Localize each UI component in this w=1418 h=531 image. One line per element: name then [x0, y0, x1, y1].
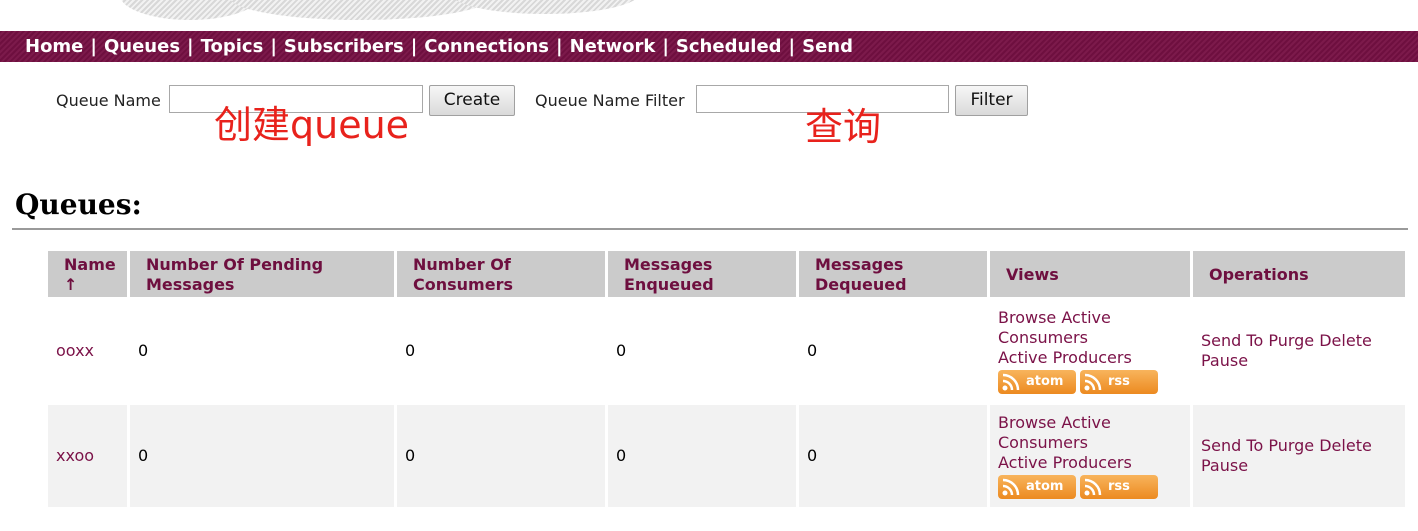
- views-cell: Browse Active Consumers Active Producers…: [990, 300, 1190, 402]
- nav-separator: |: [270, 36, 277, 57]
- rss-icon: [1084, 478, 1102, 496]
- nav-bar: Home | Queues | Topics | Subscribers | Connectio…: [0, 31, 1418, 62]
- nav-separator: |: [556, 36, 563, 57]
- table-header-row: Name ↑ Number Of Pending Messages Number…: [48, 251, 1405, 297]
- filter-annotation: 查询: [805, 105, 882, 149]
- filter-button[interactable]: Filter: [955, 85, 1028, 116]
- dequeued-count: 0: [799, 300, 987, 402]
- rss-label: rss: [1108, 374, 1130, 389]
- atom-feed-button[interactable]: atom: [998, 475, 1076, 499]
- nav-send[interactable]: Send: [802, 36, 853, 57]
- delete-link[interactable]: Delete: [1319, 331, 1372, 350]
- rss-feed-button[interactable]: rss: [1080, 370, 1158, 394]
- header-name[interactable]: Name ↑: [48, 251, 127, 297]
- rss-icon: [1002, 373, 1020, 391]
- queue-name-label: Queue Name: [56, 91, 161, 110]
- nav-home[interactable]: Home: [25, 36, 83, 57]
- consumer-count: 0: [397, 300, 605, 402]
- views-cell: Browse Active Consumers Active Producers…: [990, 405, 1190, 507]
- queues-table: Name ↑ Number Of Pending Messages Number…: [45, 248, 1408, 510]
- rss-label: rss: [1108, 479, 1130, 494]
- create-annotation: 创建queue: [214, 103, 410, 147]
- header-dequeued: Messages Dequeued: [799, 251, 987, 297]
- header-consumers[interactable]: Number Of Consumers: [397, 251, 605, 297]
- table-row: ooxx 0 0 0 0 Browse Active Consumers Act…: [48, 300, 1405, 402]
- nav-separator: |: [410, 36, 418, 57]
- enqueued-count: 0: [608, 405, 796, 507]
- operations-cell: Send To Purge Delete Pause: [1193, 300, 1405, 402]
- create-button[interactable]: Create: [429, 85, 515, 116]
- page-title: Queues:: [15, 188, 142, 221]
- header-enqueued[interactable]: Messages Enqueued: [608, 251, 796, 297]
- nav-subscribers[interactable]: Subscribers: [284, 36, 404, 57]
- table-row: xxoo 0 0 0 0 Browse Active Consumers Act…: [48, 405, 1405, 507]
- queue-name-link[interactable]: xxoo: [56, 446, 94, 465]
- rss-icon: [1002, 478, 1020, 496]
- delete-link[interactable]: Delete: [1319, 436, 1372, 455]
- purge-link[interactable]: Purge: [1268, 331, 1314, 350]
- rss-icon: [1084, 373, 1102, 391]
- operations-cell: Send To Purge Delete Pause: [1193, 405, 1405, 507]
- nav-separator: |: [90, 36, 97, 57]
- atom-label: atom: [1026, 374, 1064, 389]
- pending-count: 0: [130, 300, 394, 402]
- send-to-link[interactable]: Send To: [1201, 331, 1263, 350]
- nav-topics[interactable]: Topics: [201, 36, 264, 57]
- pause-link[interactable]: Pause: [1201, 456, 1248, 475]
- send-to-link[interactable]: Send To: [1201, 436, 1263, 455]
- pause-link[interactable]: Pause: [1201, 351, 1248, 370]
- pending-count: 0: [130, 405, 394, 507]
- atom-feed-button[interactable]: atom: [998, 370, 1076, 394]
- consumer-count: 0: [397, 405, 605, 507]
- nav-separator: |: [662, 36, 669, 57]
- header-pending[interactable]: Number Of Pending Messages: [130, 251, 394, 297]
- nav-queues[interactable]: Queues: [104, 36, 180, 57]
- rss-feed-button[interactable]: rss: [1080, 475, 1158, 499]
- divider: [12, 228, 1408, 230]
- browse-link[interactable]: Browse: [998, 308, 1056, 327]
- atom-label: atom: [1026, 479, 1064, 494]
- active-producers-link[interactable]: Active Producers: [998, 348, 1132, 367]
- logo: [120, 0, 640, 30]
- nav-connections[interactable]: Connections: [424, 36, 549, 57]
- purge-link[interactable]: Purge: [1268, 436, 1314, 455]
- queue-name-link[interactable]: ooxx: [56, 341, 94, 360]
- header-views: Views: [990, 251, 1190, 297]
- browse-link[interactable]: Browse: [998, 413, 1056, 432]
- enqueued-count: 0: [608, 300, 796, 402]
- queue-filter-label: Queue Name Filter: [535, 91, 685, 110]
- nav-separator: |: [187, 36, 194, 57]
- nav-scheduled[interactable]: Scheduled: [676, 36, 782, 57]
- header-operations: Operations: [1193, 251, 1405, 297]
- active-producers-link[interactable]: Active Producers: [998, 453, 1132, 472]
- nav-separator: |: [788, 36, 796, 57]
- dequeued-count: 0: [799, 405, 987, 507]
- nav-network[interactable]: Network: [570, 36, 656, 57]
